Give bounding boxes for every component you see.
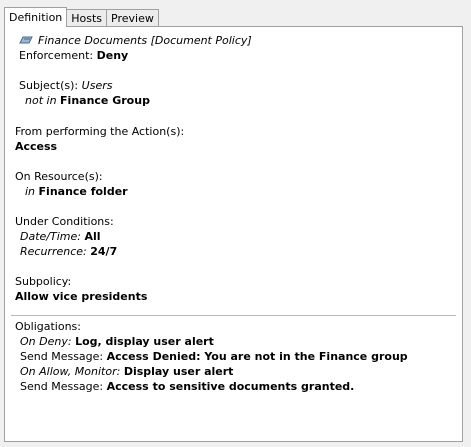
document-policy-icon: [19, 35, 33, 44]
resource-label: On Resource(s):: [15, 170, 103, 183]
subjects-value: Finance Group: [60, 94, 150, 107]
policy-viewer: Definition Hosts Preview Finance Documen…: [4, 4, 465, 442]
enforcement-row: Enforcement: Deny: [19, 49, 128, 62]
datetime-row: Date/Time: All: [20, 230, 101, 243]
on-allow-row: On Allow, Monitor: Display user alert: [20, 365, 233, 378]
obligations-divider: [11, 315, 456, 316]
action-label: From performing the Action(s):: [15, 125, 185, 138]
on-allow-label: On Allow, Monitor:: [20, 365, 121, 378]
on-deny-row: On Deny: Log, display user alert: [20, 335, 214, 348]
conditions-label: Under Conditions:: [15, 215, 114, 228]
enforcement-label: Enforcement:: [19, 49, 94, 62]
tab-preview[interactable]: Preview: [106, 9, 159, 27]
tab-definition[interactable]: Definition: [4, 7, 68, 27]
on-deny-value: Log, display user alert: [75, 335, 214, 348]
subjects-type: Users: [81, 79, 113, 92]
recurrence-label: Recurrence:: [20, 245, 87, 258]
subjects-value-row: not in Finance Group: [25, 94, 150, 107]
send-message-row-2: Send Message: Access to sensitive docume…: [20, 380, 354, 393]
send-message-value-1: Access Denied: You are not in the Financ…: [106, 350, 408, 363]
subjects-row: Subject(s): Users: [19, 79, 112, 92]
send-message-label-2: Send Message:: [20, 380, 104, 393]
send-message-row-1: Send Message: Access Denied: You are not…: [20, 350, 408, 363]
datetime-value: All: [84, 230, 101, 243]
resource-value-row: in Finance folder: [25, 185, 128, 198]
recurrence-value: 24/7: [90, 245, 118, 258]
subpolicy-label: Subpolicy:: [15, 275, 72, 288]
on-deny-label: On Deny:: [20, 335, 72, 348]
subjects-operator: not in: [25, 94, 57, 107]
subpolicy-value: Allow vice presidents: [15, 290, 148, 303]
send-message-value-2: Access to sensitive documents granted.: [106, 380, 355, 393]
resource-operator: in: [25, 185, 36, 198]
send-message-label-1: Send Message:: [20, 350, 104, 363]
action-value: Access: [15, 140, 58, 153]
on-allow-value: Display user alert: [123, 365, 234, 378]
policy-title: Finance Documents [Document Policy]: [38, 34, 252, 47]
recurrence-row: Recurrence: 24/7: [20, 245, 117, 258]
resource-value: Finance folder: [38, 185, 128, 198]
tab-bar: Definition Hosts Preview: [4, 7, 159, 27]
enforcement-value: Deny: [96, 49, 129, 62]
policy-title-row: Finance Documents [Document Policy]: [19, 34, 252, 47]
datetime-label: Date/Time:: [20, 230, 81, 243]
obligations-label: Obligations:: [15, 320, 81, 333]
subjects-label: Subject(s):: [19, 79, 79, 92]
definition-panel: Finance Documents [Document Policy] Enfo…: [4, 26, 463, 442]
tab-hosts[interactable]: Hosts: [66, 9, 108, 27]
